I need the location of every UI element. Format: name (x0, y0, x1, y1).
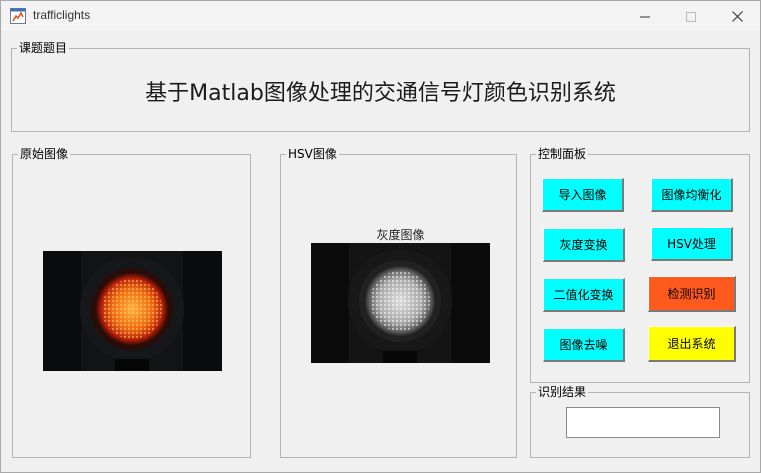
app-window: trafficlights 课题题目 基于Matlab图像处理的交通信号灯颜色识… (0, 0, 761, 473)
grayscale-traffic-light-image (311, 243, 490, 363)
hsv-image-panel-label: HSV图像 (286, 146, 339, 162)
title-bar: trafficlights (1, 1, 760, 31)
image-equalization-button[interactable]: 图像均衡化 (651, 178, 733, 212)
original-image-panel-label: 原始图像 (18, 146, 71, 162)
system-title: 基于Matlab图像处理的交通信号灯颜色识别系统 (145, 81, 616, 106)
maximize-button[interactable] (668, 1, 714, 31)
gray-image-caption: 灰度图像 (376, 228, 425, 242)
control-panel: 控制面板 导入图像 图像均衡化 灰度变换 HSV处理 二值化变换 检测识别 图像… (530, 146, 750, 383)
detect-recognize-button[interactable]: 检测识别 (648, 276, 736, 312)
close-icon (731, 7, 743, 26)
hsv-image-panel: HSV图像 灰度图像 (280, 146, 517, 458)
original-traffic-light-image (43, 251, 222, 371)
denoise-button[interactable]: 图像去噪 (543, 328, 625, 362)
result-panel-label: 识别结果 (536, 384, 589, 400)
maximize-icon (686, 7, 696, 26)
binarize-button[interactable]: 二值化变换 (543, 278, 625, 312)
original-image-panel: 原始图像 (12, 146, 251, 458)
close-button[interactable] (714, 1, 760, 31)
window-title: trafficlights (33, 8, 91, 22)
matlab-figure-icon (10, 8, 26, 24)
result-output-field[interactable] (566, 407, 720, 438)
minimize-icon (640, 7, 650, 26)
title-panel-label: 课题题目 (17, 40, 70, 56)
control-panel-label: 控制面板 (536, 146, 589, 162)
title-panel: 课题题目 基于Matlab图像处理的交通信号灯颜色识别系统 (11, 40, 750, 132)
import-image-button[interactable]: 导入图像 (542, 178, 624, 212)
exit-system-button[interactable]: 退出系统 (648, 326, 736, 362)
hsv-process-button[interactable]: HSV处理 (651, 227, 733, 261)
minimize-button[interactable] (622, 1, 668, 31)
result-panel: 识别结果 (530, 384, 750, 458)
grayscale-transform-button[interactable]: 灰度变换 (543, 228, 625, 262)
